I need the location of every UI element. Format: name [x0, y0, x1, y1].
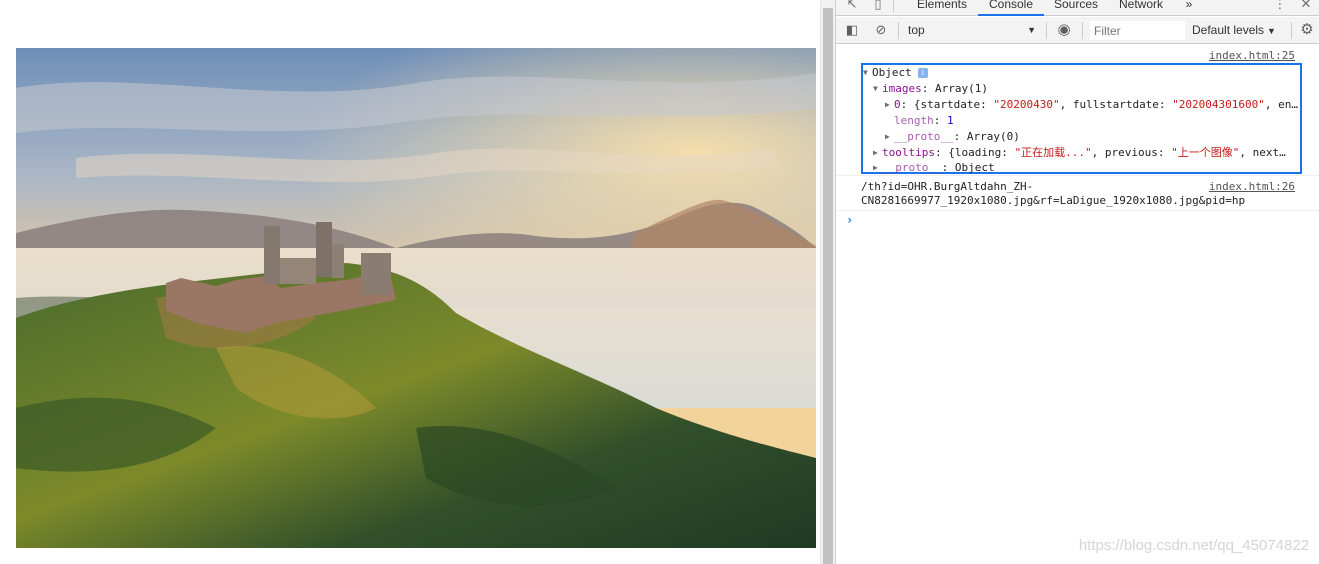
triangle-down-icon[interactable]: ▼ [863, 65, 872, 81]
tab-elements[interactable]: Elements [908, 0, 976, 16]
chevron-down-icon: ▼ [1027, 25, 1036, 35]
tooltips-row[interactable]: ▶ tooltips: {loading: "正在加载...", previous… [873, 145, 1300, 161]
property-key: length [894, 114, 934, 127]
scrollbar-thumb[interactable] [823, 8, 833, 564]
source-link[interactable]: index.html:25 [1209, 49, 1295, 62]
images-row[interactable]: ▼ images: Array(1) [873, 81, 988, 97]
string-value: "正在加载..." [1014, 146, 1092, 159]
page-vertical-scrollbar[interactable] [820, 0, 835, 564]
length-row: length: 1 [894, 114, 954, 127]
property-value-text: , fullstartdate: [1059, 98, 1173, 111]
js-context-select[interactable]: top ▼ [904, 21, 1040, 40]
kebab-menu-icon[interactable]: ⋮ [1272, 0, 1288, 12]
toolbar-separator [1291, 22, 1292, 39]
property-key: __proto__ [882, 161, 942, 174]
string-value: "20200430" [993, 98, 1060, 111]
images-item-0-row[interactable]: ▶ 0: {startdate: "20200430", fullstartdat… [885, 97, 1300, 113]
console-filter-input[interactable] [1090, 21, 1185, 40]
toolbar-separator [1082, 22, 1083, 39]
property-value: Array(1) [935, 82, 988, 95]
more-tabs-button[interactable]: » [1182, 0, 1196, 16]
devtools-panel: ↖ ▯ Elements Console Sources Network » ⋮… [836, 0, 1319, 564]
triangle-right-icon[interactable]: ▶ [873, 145, 882, 161]
object-proto-row[interactable]: ▶ __proto__: Object [873, 161, 995, 174]
string-value: "202004301600" [1172, 98, 1265, 111]
tab-separator [893, 0, 894, 12]
property-value-text: {loading: [948, 146, 1015, 159]
object-root-label: Object [872, 66, 912, 79]
property-value: Object [954, 161, 995, 174]
log-text-line: /th?id=OHR.BurgAltdahn_ZH- [861, 180, 1034, 193]
castle-landscape-photo [16, 48, 816, 548]
js-context-value: top [908, 23, 925, 37]
string-value: "上一个图像" [1171, 146, 1240, 159]
log-text-line: CN8281669977_1920x1080.jpg&rf=LaDigue_19… [861, 194, 1246, 207]
live-expression-eye-icon[interactable]: ◉ [1056, 22, 1072, 38]
gear-icon[interactable]: ⚙ [1299, 22, 1315, 38]
property-value-text: , en… [1264, 98, 1299, 111]
watermark-text: https://blog.csdn.net/qq_45074822 [1078, 537, 1309, 554]
property-value-text: {startdate: [913, 98, 994, 111]
property-key: __proto__ [894, 130, 954, 143]
object-root-row[interactable]: ▼ Object i [863, 65, 928, 81]
images-proto-row[interactable]: ▶ __proto__: Array(0) [885, 129, 1020, 145]
triangle-right-icon[interactable]: ▶ [873, 161, 882, 174]
triangle-right-icon[interactable]: ▶ [885, 97, 894, 113]
property-value-text: , previous: [1091, 146, 1172, 159]
source-link[interactable]: index.html:26 [1209, 180, 1295, 193]
property-key: images [882, 82, 922, 95]
devtools-tab-bar: ↖ ▯ Elements Console Sources Network » ⋮… [836, 0, 1319, 16]
property-value-text: , next… [1239, 146, 1286, 159]
toolbar-separator [1046, 22, 1047, 39]
console-message: index.html:25 ▼ Object i ▼ images: Array(1)… [836, 45, 1319, 176]
triangle-down-icon[interactable]: ▼ [873, 81, 882, 97]
property-key: 0 [894, 98, 901, 111]
console-message: index.html:26 /th?id=OHR.BurgAltdahn_ZH-… [836, 177, 1319, 211]
toolbar-separator [898, 22, 899, 39]
clear-console-icon[interactable]: ⊘ [873, 22, 889, 38]
property-key: tooltips [882, 146, 935, 159]
inspect-element-icon[interactable]: ↖ [844, 0, 860, 12]
triangle-right-icon[interactable]: ▶ [885, 129, 894, 145]
web-page [0, 0, 820, 564]
property-value: Array(0) [966, 130, 1020, 143]
console-output: index.html:25 ▼ Object i ▼ images: Array(1)… [836, 45, 1319, 564]
log-levels-dropdown[interactable]: Default levels ▼ [1192, 21, 1276, 40]
device-toolbar-icon[interactable]: ▯ [870, 0, 886, 12]
tab-console[interactable]: Console [978, 0, 1044, 16]
console-toolbar: ◧ ⊘ top ▼ ◉ Default levels▼ ⚙ [836, 17, 1319, 44]
info-icon: i [917, 68, 928, 78]
tab-sources[interactable]: Sources [1046, 0, 1106, 16]
close-icon[interactable]: ✕ [1298, 0, 1314, 12]
object-highlight-box: ▼ Object i ▼ images: Array(1) ▶ 0: {startdat… [861, 63, 1302, 174]
number-value: 1 [947, 114, 954, 127]
console-prompt[interactable]: › [846, 213, 853, 227]
chevron-down-icon: ▼ [1267, 26, 1276, 36]
tab-network[interactable]: Network [1110, 0, 1172, 16]
show-sidebar-icon[interactable]: ◧ [844, 22, 860, 38]
log-levels-label: Default levels [1192, 23, 1265, 37]
